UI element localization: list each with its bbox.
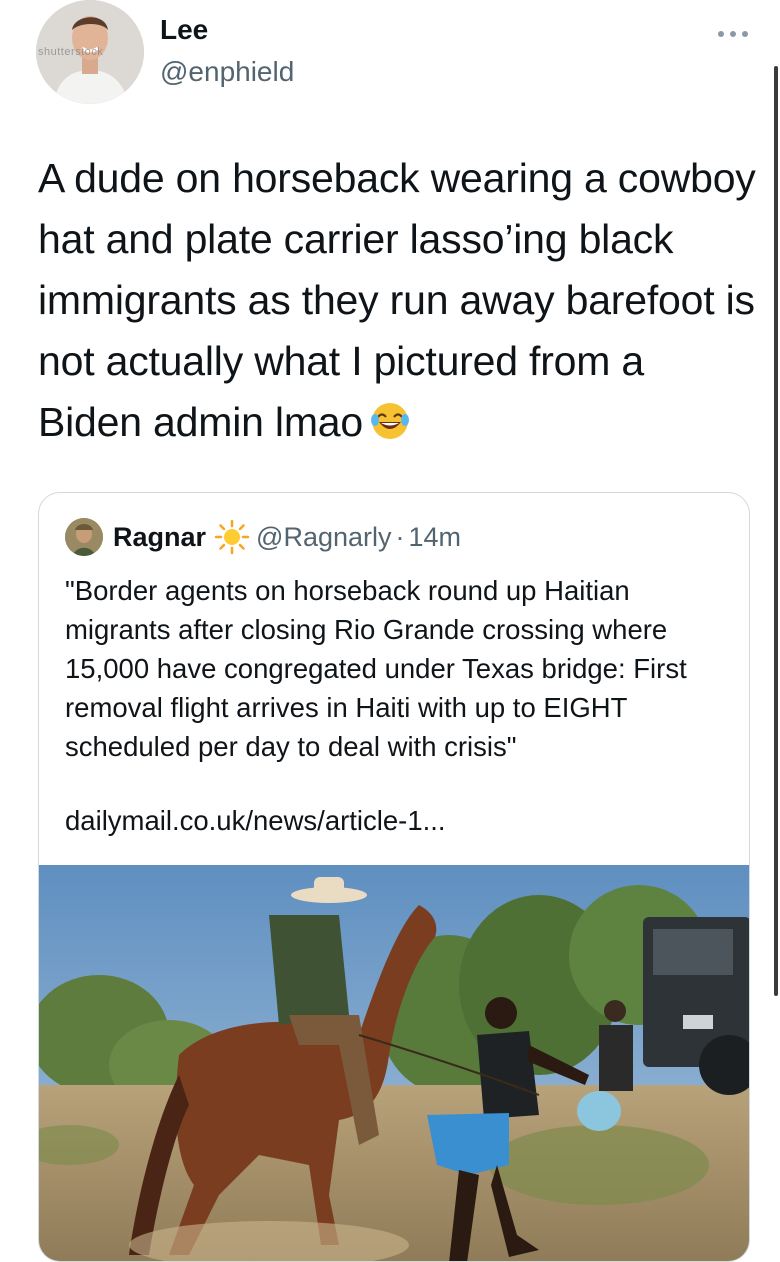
quoted-tweet-card[interactable]: Ragnar @Ragnarly · 14m "Border agents on… [38,492,750,1262]
author-avatar[interactable]: shutterstock [36,0,144,104]
more-options-icon[interactable] [718,28,748,40]
author-name[interactable]: Lee [160,14,208,46]
separator-dot: · [395,521,405,552]
quoted-avatar-photo [65,518,103,556]
quoted-tweet-photo[interactable] [39,865,749,1261]
quoted-timestamp[interactable]: 14m [409,522,462,553]
author-handle[interactable]: @enphield [160,56,294,88]
dot [742,31,748,37]
tweet-body: A dude on horseback wearing a cowboy hat… [38,148,758,453]
quoted-author-avatar[interactable] [65,518,103,556]
dot [718,31,724,37]
tweet-page: shutterstock Lee @enphield A dude on hor… [0,0,780,1262]
avatar-watermark: shutterstock [38,46,104,58]
quoted-author-name[interactable]: Ragnar [113,522,206,553]
quoted-tweet-header: Ragnar @Ragnarly · 14m [65,517,461,557]
quoted-tweet-text: "Border agents on horseback round up Hai… [65,575,687,762]
laughing-face-emoji [370,403,409,439]
dot [730,31,736,37]
scrollbar[interactable] [774,66,778,996]
sun-icon [214,519,250,555]
quoted-tweet-link[interactable]: dailymail.co.uk/news/article-1... [65,805,446,837]
horseback-photo [39,865,749,1261]
quoted-author-handle[interactable]: @Ragnarly [256,522,391,553]
